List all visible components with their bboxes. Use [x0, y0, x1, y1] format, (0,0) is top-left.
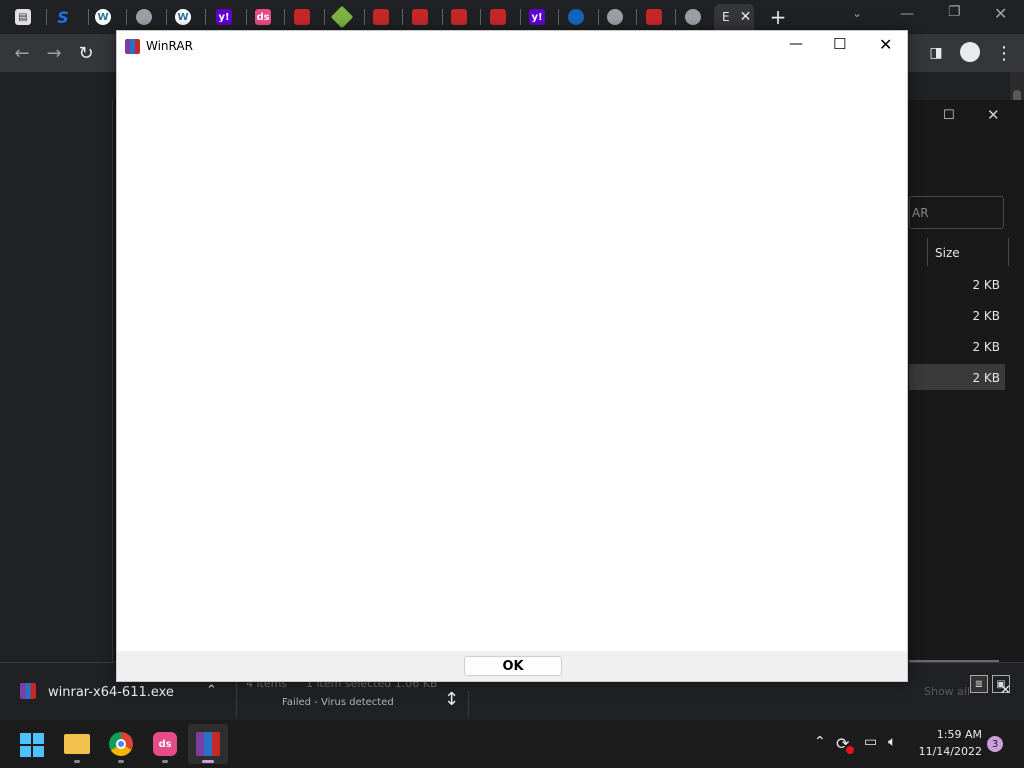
reload-icon[interactable]: ↻ — [72, 40, 100, 66]
winrar-icon — [125, 38, 140, 54]
tab-globe-2[interactable] — [596, 4, 634, 30]
volume-icon[interactable]: 🔈︎ — [888, 734, 896, 750]
show-all-button[interactable]: Show all — [924, 685, 970, 698]
notification-badge[interactable]: 3 — [987, 736, 1003, 752]
column-header-size[interactable]: Size — [935, 246, 960, 260]
file-explorer-icon[interactable] — [64, 734, 90, 754]
red-shield-icon — [646, 9, 662, 25]
globe-icon — [607, 9, 623, 25]
tab-yahoo-1[interactable]: y! — [205, 4, 243, 30]
chevron-up-icon[interactable]: ⌃ — [814, 734, 826, 750]
side-panel-icon[interactable]: ◨ — [922, 40, 950, 66]
column-divider — [927, 238, 928, 266]
tab-s[interactable]: S — [44, 4, 82, 30]
tab-red-5[interactable] — [479, 4, 517, 30]
tab-yahoo-2[interactable]: y! — [518, 4, 556, 30]
tag-icon — [330, 5, 354, 29]
tab-globe-1[interactable] — [125, 4, 163, 30]
tab-wordpress-1[interactable]: W — [84, 4, 122, 30]
windows-taskbar: ds ⌃ ⟳ ▭ 🔈︎ 1:59 AM 11/14/2022 3 — [0, 720, 1024, 768]
error-dot-icon — [846, 746, 854, 754]
chrome-icon[interactable] — [109, 732, 133, 756]
tab-blue[interactable] — [557, 4, 595, 30]
tab-globe-3[interactable] — [674, 4, 712, 30]
details-view-icon[interactable]: ≣ — [970, 675, 988, 693]
globe-icon — [136, 9, 152, 25]
red-shield-icon — [451, 9, 467, 25]
taskbar-active-app[interactable] — [188, 724, 228, 764]
file-size: 2 KB — [972, 309, 1000, 323]
winrar-window: WinRAR — ☐ ✕ OK — [116, 30, 908, 682]
ds-app-icon[interactable]: ds — [153, 732, 177, 756]
ok-button[interactable]: OK — [464, 656, 562, 676]
windows-start-icon[interactable] — [20, 733, 44, 757]
download-filename[interactable]: winrar-x64-611.exe — [48, 685, 174, 700]
close-shelf-icon[interactable]: ✕ — [1000, 683, 1011, 698]
chevron-down-icon[interactable]: ⌄ — [852, 6, 862, 20]
tab-title: E — [722, 10, 730, 24]
clipboard-icon: ▤ — [15, 9, 31, 25]
maximize-icon[interactable]: ☐ — [833, 35, 846, 53]
wordpress-icon: W — [95, 9, 111, 25]
download-status: Failed - Virus detected — [282, 697, 394, 708]
close-icon[interactable]: ✕ — [987, 106, 1000, 124]
file-size: 2 KB — [972, 340, 1000, 354]
red-shield-icon — [412, 9, 428, 25]
file-size: 2 KB — [972, 278, 1000, 292]
winrar-icon — [196, 732, 220, 756]
network-icon[interactable]: ▭ — [864, 734, 877, 750]
tab-red-1[interactable] — [283, 4, 321, 30]
resize-cursor-icon: ↕ — [444, 689, 460, 710]
close-window-icon[interactable]: ✕ — [994, 4, 1007, 23]
red-shield-icon — [294, 9, 310, 25]
tab-wordpress-2[interactable]: W — [164, 4, 202, 30]
winrar-button-bar: OK — [117, 651, 907, 681]
forward-icon[interactable]: → — [40, 40, 68, 66]
shelf-divider — [468, 691, 469, 717]
chevron-up-icon[interactable]: ⌃ — [206, 683, 217, 698]
blue-logo-icon — [568, 9, 584, 25]
search-input[interactable]: AR — [909, 196, 1004, 229]
tab-red-2[interactable] — [362, 4, 400, 30]
minimize-icon[interactable]: — — [900, 6, 914, 22]
more-menu-icon[interactable]: ⋮ — [990, 40, 1018, 66]
clock-time[interactable]: 1:59 AM — [916, 728, 982, 741]
yahoo-icon: y! — [529, 9, 545, 25]
red-shield-icon — [490, 9, 506, 25]
close-icon[interactable]: ✕ — [879, 35, 892, 54]
tab-ds[interactable]: ds — [244, 4, 282, 30]
running-indicator — [74, 760, 80, 763]
tab-red-3[interactable] — [401, 4, 439, 30]
tab-notes[interactable]: ▤ — [4, 4, 42, 30]
yahoo-icon: y! — [216, 9, 232, 25]
winrar-file-icon — [20, 683, 36, 699]
running-indicator — [162, 760, 168, 763]
file-size: 2 KB — [972, 371, 1000, 385]
new-tab-button[interactable]: + — [766, 5, 790, 29]
back-icon[interactable]: ← — [8, 40, 36, 66]
active-indicator — [202, 760, 214, 763]
winrar-title-bar[interactable]: WinRAR — ☐ ✕ — [117, 31, 907, 61]
winrar-content-area — [117, 61, 907, 651]
close-icon[interactable]: ✕ — [740, 9, 752, 25]
wordpress-icon: W — [175, 9, 191, 25]
maximize-icon[interactable]: ☐ — [943, 108, 955, 123]
restore-icon[interactable]: ❐ — [948, 4, 961, 20]
s-logo-icon: S — [57, 7, 69, 27]
browser-tab-strip: ▤ S W W y! ds y! E ✕ + ⌄ — ❐ ✕ — [0, 0, 1024, 34]
clock-date[interactable]: 11/14/2022 — [916, 745, 982, 758]
profile-avatar-icon[interactable] — [960, 42, 980, 62]
ds-app-icon: ds — [255, 9, 271, 25]
globe-icon — [685, 9, 701, 25]
column-divider — [1008, 238, 1009, 266]
tab-red-4[interactable] — [440, 4, 478, 30]
red-shield-icon — [373, 9, 389, 25]
tab-active[interactable]: E ✕ — [714, 4, 754, 30]
running-indicator — [118, 760, 124, 763]
tab-green[interactable] — [323, 4, 361, 30]
minimize-icon[interactable]: — — [789, 36, 803, 52]
winrar-title: WinRAR — [146, 39, 193, 53]
tab-red-6[interactable] — [635, 4, 673, 30]
